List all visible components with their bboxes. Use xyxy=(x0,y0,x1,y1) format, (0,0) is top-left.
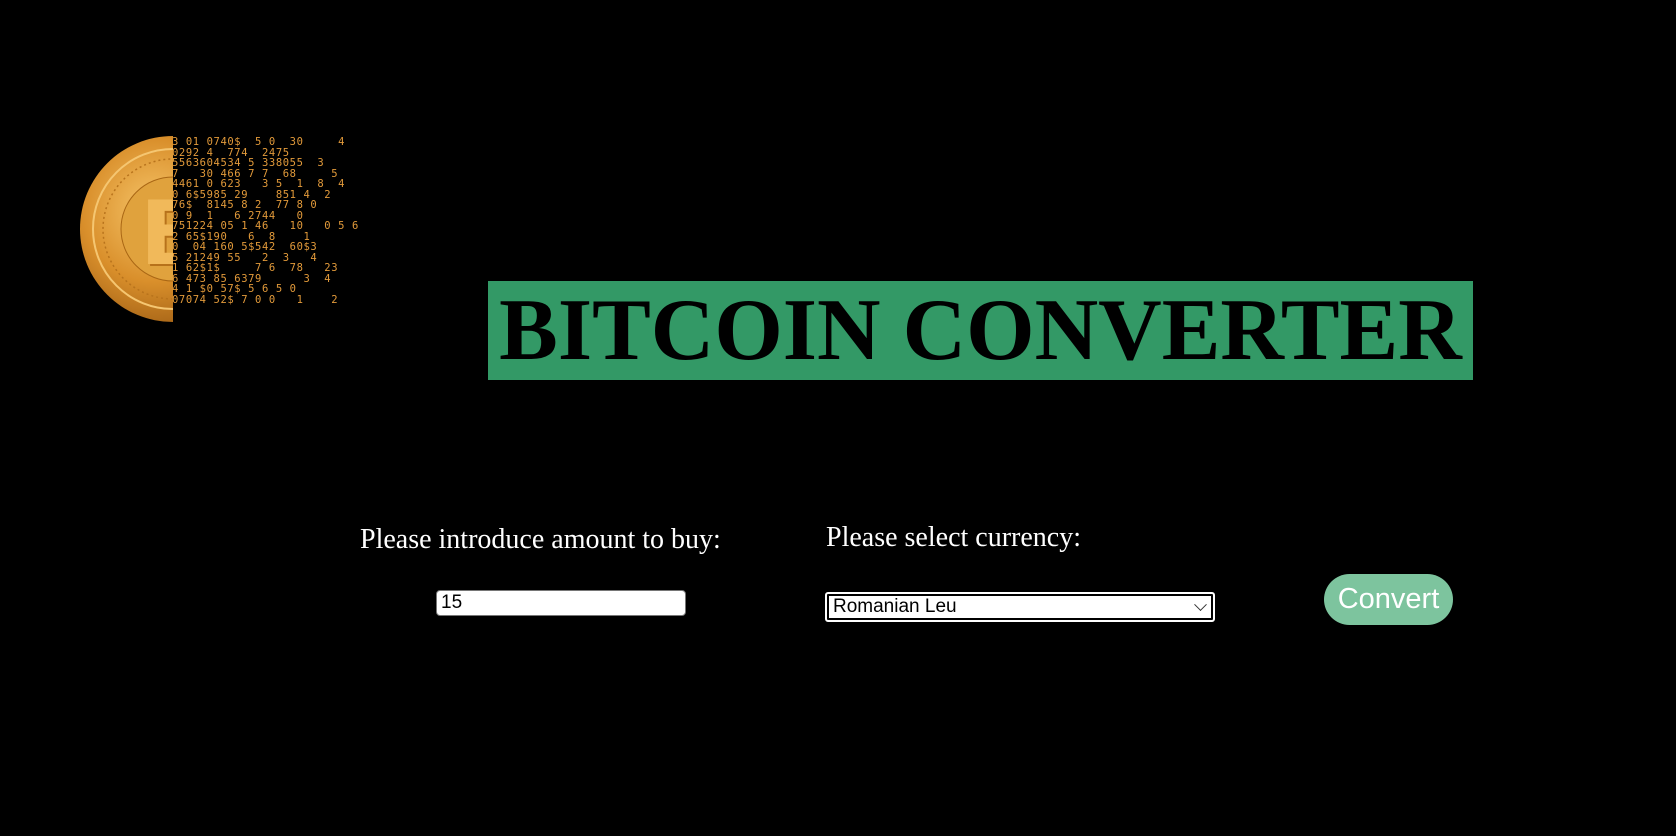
page-title: BITCOIN CONVERTER xyxy=(488,281,1473,380)
chevron-down-icon xyxy=(1194,597,1207,611)
currency-select[interactable]: Romanian Leu xyxy=(825,592,1215,622)
amount-label: Please introduce amount to buy: xyxy=(360,524,721,555)
amount-input[interactable] xyxy=(436,590,686,616)
currency-label: Please select currency: xyxy=(826,522,1081,553)
bitcoin-logo-icon: B B 3 01 0740$ 5 0 30 4 0292 4 774 2475 … xyxy=(76,134,426,330)
currency-selected-value: Romanian Leu xyxy=(833,596,957,617)
bitcoin-coin-icon: B B xyxy=(80,136,173,322)
convert-button[interactable]: Convert xyxy=(1324,574,1453,625)
